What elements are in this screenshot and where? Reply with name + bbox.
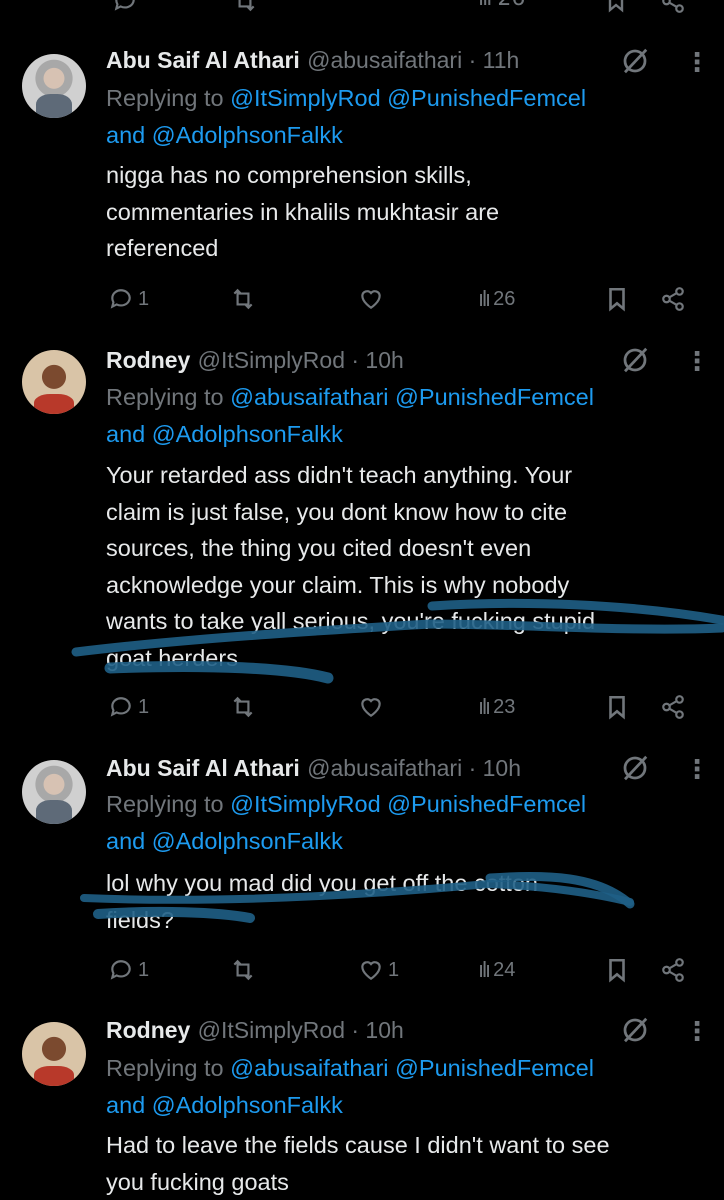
reply-button[interactable]: 1 bbox=[108, 281, 149, 317]
and-word[interactable]: and bbox=[106, 1092, 145, 1118]
previous-tweet-actions: ılı 26 bbox=[0, 0, 724, 14]
mention-link[interactable]: @AdolphsonFalkk bbox=[152, 122, 343, 148]
reply-button[interactable]: 1 bbox=[108, 689, 149, 725]
handle-time[interactable]: @ItSimplyRod · 10h bbox=[198, 1017, 404, 1043]
tweet-text: lol why you mad did you get off the cott… bbox=[106, 870, 538, 933]
repost-icon bbox=[233, 959, 253, 981]
views-button[interactable]: ılı 24 bbox=[478, 952, 515, 988]
reply-button[interactable]: 1 bbox=[108, 952, 149, 988]
more-options-icon[interactable]: ⋮ bbox=[684, 48, 710, 78]
share-icon bbox=[662, 287, 684, 311]
more-options-icon[interactable]: ⋮ bbox=[684, 755, 710, 785]
replying-to: Replying to @ItSimplyRod @PunishedFemcel… bbox=[106, 791, 587, 854]
handle-time[interactable]: @abusaifathari · 11h bbox=[307, 47, 519, 73]
bookmark-button[interactable] bbox=[604, 952, 630, 988]
handle-time[interactable]: @abusaifathari · 10h bbox=[307, 755, 521, 781]
views-button[interactable]: ılı 26 bbox=[478, 281, 515, 317]
like-button[interactable] bbox=[358, 689, 384, 725]
reply-icon bbox=[110, 960, 131, 980]
views-button[interactable]: ılı 23 bbox=[478, 689, 515, 725]
mention-link[interactable]: @abusaifathari @PunishedFemcel bbox=[230, 384, 594, 410]
heart-icon bbox=[361, 290, 381, 309]
grok-icon[interactable] bbox=[620, 1015, 650, 1045]
views-icon: ılı bbox=[478, 694, 491, 719]
views-icon: ılı bbox=[478, 957, 491, 982]
tweet-header: Rodney @ItSimplyRod · 10h bbox=[106, 342, 404, 378]
views-icon: ılı bbox=[478, 0, 492, 11]
bookmark-button[interactable] bbox=[604, 281, 630, 317]
share-button[interactable] bbox=[660, 952, 686, 988]
share-button[interactable] bbox=[660, 281, 686, 317]
like-button[interactable] bbox=[358, 281, 384, 317]
handle-time[interactable]: @ItSimplyRod · 10h bbox=[198, 347, 404, 373]
tweet-header: Abu Saif Al Athari @abusaifathari · 10h bbox=[106, 750, 521, 786]
and-word[interactable]: and bbox=[106, 421, 145, 447]
display-name[interactable]: Rodney bbox=[106, 347, 190, 373]
reply-icon[interactable] bbox=[112, 0, 138, 20]
tweet-header: Abu Saif Al Athari @abusaifathari · 11h bbox=[106, 42, 519, 78]
display-name[interactable]: Abu Saif Al Athari bbox=[106, 755, 300, 781]
heart-icon bbox=[361, 961, 381, 980]
action-bar: 1 1 ılı 24 bbox=[0, 952, 724, 988]
display-name[interactable]: Rodney bbox=[106, 1017, 190, 1043]
views-icon: ılı bbox=[478, 286, 491, 311]
replying-to: Replying to @abusaifathari @PunishedFemc… bbox=[106, 1055, 594, 1118]
replying-to: Replying to @abusaifathari @PunishedFemc… bbox=[106, 384, 594, 447]
tweet-text: Your retarded ass didn't teach anything.… bbox=[106, 462, 596, 671]
bookmark-icon bbox=[609, 958, 625, 983]
repost-button[interactable] bbox=[230, 952, 256, 988]
tweet-text: Had to leave the fields cause I didn't w… bbox=[106, 1132, 610, 1195]
more-options-icon[interactable]: ⋮ bbox=[684, 1017, 710, 1047]
avatar[interactable] bbox=[22, 54, 86, 118]
bookmark-button[interactable] bbox=[604, 689, 630, 725]
reply-icon bbox=[110, 697, 131, 717]
bookmark-icon bbox=[609, 695, 625, 720]
bookmark-icon bbox=[609, 287, 625, 312]
avatar[interactable] bbox=[22, 350, 86, 414]
grok-icon[interactable] bbox=[620, 345, 650, 375]
mention-link[interactable]: @ItSimplyRod @PunishedFemcel bbox=[230, 85, 586, 111]
and-word[interactable]: and bbox=[106, 122, 145, 148]
mention-link[interactable]: @AdolphsonFalkk bbox=[152, 421, 343, 447]
grok-icon[interactable] bbox=[620, 46, 650, 76]
and-word[interactable]: and bbox=[106, 828, 145, 854]
bookmark-icon[interactable] bbox=[604, 0, 628, 20]
mention-link[interactable]: @AdolphsonFalkk bbox=[152, 828, 343, 854]
repost-button[interactable] bbox=[230, 689, 256, 725]
share-icon[interactable] bbox=[660, 0, 686, 20]
repost-icon bbox=[233, 288, 253, 310]
share-icon bbox=[662, 958, 684, 982]
like-button[interactable]: 1 bbox=[358, 952, 399, 988]
repost-button[interactable] bbox=[230, 281, 256, 317]
repost-icon[interactable] bbox=[232, 0, 258, 20]
heart-icon bbox=[361, 698, 381, 717]
grok-icon[interactable] bbox=[620, 753, 650, 783]
avatar[interactable] bbox=[22, 760, 86, 824]
mention-link[interactable]: @ItSimplyRod @PunishedFemcel bbox=[230, 791, 586, 817]
display-name[interactable]: Abu Saif Al Athari bbox=[106, 47, 300, 73]
tweet-text: nigga has no comprehension skills, comme… bbox=[106, 162, 500, 261]
views-count[interactable]: ılı 26 bbox=[478, 0, 525, 11]
replying-to: Replying to @ItSimplyRod @PunishedFemcel… bbox=[106, 85, 587, 148]
action-bar: 1 ılı 23 bbox=[0, 689, 724, 725]
action-bar: 1 ılı 26 bbox=[0, 281, 724, 317]
share-icon bbox=[662, 695, 684, 719]
reply-icon bbox=[110, 289, 131, 309]
more-options-icon[interactable]: ⋮ bbox=[684, 347, 710, 377]
tweet-header: Rodney @ItSimplyRod · 10h bbox=[106, 1012, 404, 1048]
mention-link[interactable]: @AdolphsonFalkk bbox=[152, 1092, 343, 1118]
repost-icon bbox=[233, 696, 253, 718]
mention-link[interactable]: @abusaifathari @PunishedFemcel bbox=[230, 1055, 594, 1081]
avatar[interactable] bbox=[22, 1022, 86, 1086]
share-button[interactable] bbox=[660, 689, 686, 725]
